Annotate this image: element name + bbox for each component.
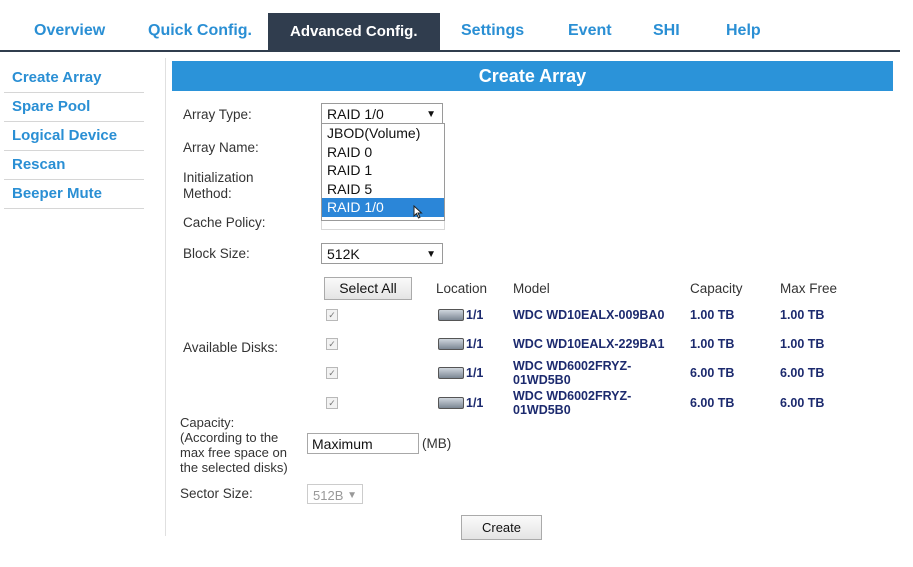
block-size-value: 512K <box>327 246 360 262</box>
sidebar-divider <box>165 58 166 536</box>
array-type-value: RAID 1/0 <box>327 106 384 122</box>
tab-settings[interactable]: Settings <box>461 22 524 40</box>
sidebar-item-beeper-mute[interactable]: Beeper Mute <box>4 180 144 209</box>
sidebar: Create Array Spare Pool Logical Device R… <box>4 64 144 209</box>
disk-checkbox[interactable]: ✓ <box>326 367 338 379</box>
disk-max-free: 6.00 TB <box>780 366 825 380</box>
hard-disk-icon <box>438 367 464 379</box>
disk-checkbox[interactable]: ✓ <box>326 397 338 409</box>
disk-checkbox[interactable]: ✓ <box>326 338 338 350</box>
sidebar-item-spare-pool[interactable]: Spare Pool <box>4 93 144 122</box>
disk-max-free: 6.00 TB <box>780 396 825 410</box>
array-name-label: Array Name: <box>183 140 259 155</box>
tab-shi[interactable]: SHI <box>653 22 680 40</box>
disk-capacity: 1.00 TB <box>690 337 735 351</box>
disk-max-free: 1.00 TB <box>780 308 825 322</box>
hard-disk-icon <box>438 338 464 350</box>
capacity-unit: (MB) <box>422 436 452 451</box>
top-nav: Overview Quick Config. Advanced Config. … <box>0 0 913 52</box>
create-button[interactable]: Create <box>461 515 542 540</box>
disk-location: 1/1 <box>466 308 484 322</box>
tab-quick-config[interactable]: Quick Config. <box>148 22 252 40</box>
disk-capacity: 6.00 TB <box>690 366 735 380</box>
col-max-free: Max Free <box>780 281 838 296</box>
tab-advanced-config[interactable]: Advanced Config. <box>268 13 440 51</box>
sector-size-select[interactable]: 512B ▼ <box>307 484 363 504</box>
col-capacity: Capacity <box>690 281 743 296</box>
page-title: Create Array <box>172 61 893 91</box>
capacity-label-1: Capacity: <box>180 415 235 430</box>
select-all-button[interactable]: Select All <box>324 277 412 300</box>
col-model: Model <box>513 281 550 296</box>
tab-overview[interactable]: Overview <box>34 22 105 40</box>
hard-disk-icon <box>438 397 464 409</box>
array-type-dropdown: JBOD(Volume) RAID 0 RAID 1 RAID 5 RAID 1… <box>321 123 445 221</box>
option-raid10[interactable]: RAID 1/0 <box>322 198 444 217</box>
sidebar-item-logical-device[interactable]: Logical Device <box>4 122 144 151</box>
cache-policy-label: Cache Policy: <box>183 215 266 230</box>
disk-location: 1/1 <box>466 366 484 380</box>
array-type-label: Array Type: <box>183 107 252 122</box>
cursor-icon <box>413 205 423 219</box>
option-jbod[interactable]: JBOD(Volume) <box>322 124 444 143</box>
disk-checkbox[interactable]: ✓ <box>326 309 338 321</box>
chevron-down-icon: ▼ <box>426 109 436 120</box>
sidebar-item-create-array[interactable]: Create Array <box>4 64 144 93</box>
disk-model-line2: 01WD5B0 <box>513 373 571 387</box>
init-method-label-1: Initialization <box>183 170 254 185</box>
capacity-label-3: max free space on <box>180 445 287 460</box>
chevron-down-icon: ▼ <box>426 249 436 260</box>
disk-capacity: 6.00 TB <box>690 396 735 410</box>
option-raid1[interactable]: RAID 1 <box>322 161 444 180</box>
disk-model: WDC WD10EALX-229BA1 <box>513 337 665 351</box>
disk-model-line1: WDC WD6002FRYZ- <box>513 389 632 403</box>
tab-help[interactable]: Help <box>726 22 761 40</box>
disk-model-line2: 01WD5B0 <box>513 403 571 417</box>
tab-event[interactable]: Event <box>568 22 612 40</box>
capacity-label-4: the selected disks) <box>180 460 288 475</box>
disk-location: 1/1 <box>466 396 484 410</box>
disk-location: 1/1 <box>466 337 484 351</box>
sector-size-value: 512B <box>313 488 344 503</box>
init-method-label-2: Method: <box>183 186 232 201</box>
disk-capacity: 1.00 TB <box>690 308 735 322</box>
available-disks-label: Available Disks: <box>183 340 279 355</box>
col-location: Location <box>436 281 488 296</box>
block-size-select[interactable]: 512K ▼ <box>321 243 443 264</box>
nav-divider <box>0 50 900 52</box>
option-raid5[interactable]: RAID 5 <box>322 180 444 199</box>
chevron-down-icon: ▼ <box>347 490 357 501</box>
array-type-select[interactable]: RAID 1/0 ▼ <box>321 103 443 124</box>
disk-model: WDC WD10EALX-009BA0 <box>513 308 665 322</box>
sector-size-label: Sector Size: <box>180 486 253 501</box>
sidebar-item-rescan[interactable]: Rescan <box>4 151 144 180</box>
block-size-label: Block Size: <box>183 246 250 261</box>
capacity-input[interactable] <box>307 433 419 454</box>
disk-max-free: 1.00 TB <box>780 337 825 351</box>
disk-model-line1: WDC WD6002FRYZ- <box>513 359 632 373</box>
capacity-label-2: (According to the <box>180 430 279 445</box>
hard-disk-icon <box>438 309 464 321</box>
option-raid0[interactable]: RAID 0 <box>322 143 444 162</box>
